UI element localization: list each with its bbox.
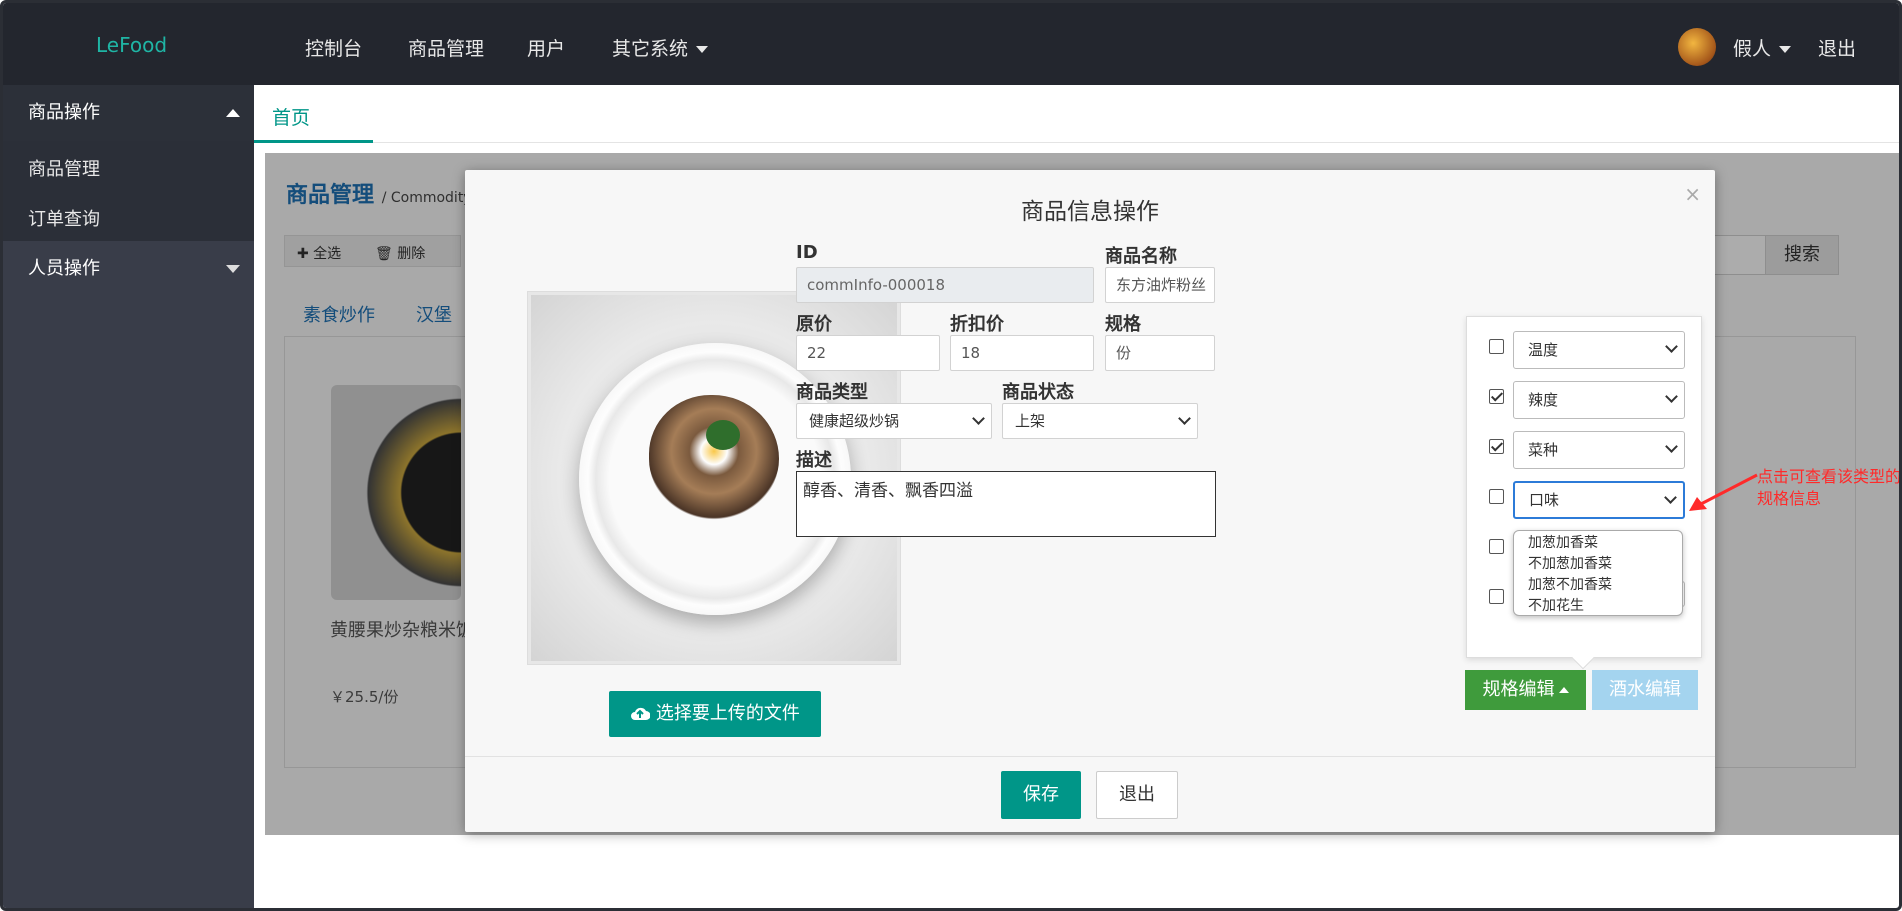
tab-active-indicator <box>254 140 373 143</box>
label-spec: 规格 <box>1105 314 1141 335</box>
tab-bar: 首页 <box>254 85 1899 143</box>
name-field[interactable]: 东方油炸粉丝 <box>1105 267 1215 303</box>
chevron-down-icon <box>1665 440 1678 453</box>
chevron-down-icon <box>1664 491 1677 504</box>
status-select-value: 上架 <box>1015 412 1046 430</box>
flavor-dropdown-list: 加葱加香菜 不加葱加香菜 加葱不加香菜 不加花生 <box>1513 530 1683 616</box>
nav-console[interactable]: 控制台 <box>305 34 362 61</box>
chevron-down-icon <box>1665 390 1678 403</box>
label-discount: 折扣价 <box>950 314 1004 335</box>
app-logo[interactable]: LeFood <box>96 33 167 57</box>
spec-select-value: 口味 <box>1529 491 1560 509</box>
top-navbar: LeFood 控制台 商品管理 用户 其它系统 假人 退出 <box>3 3 1899 85</box>
wine-edit-button[interactable]: 酒水编辑 <box>1592 670 1698 710</box>
spec-select-dish-type[interactable]: 菜种 <box>1513 431 1685 469</box>
chevron-up-icon <box>1558 687 1569 693</box>
user-name: 假人 <box>1733 38 1772 60</box>
nav-other-systems-label: 其它系统 <box>612 38 689 60</box>
label-type: 商品类型 <box>796 382 868 403</box>
avatar[interactable] <box>1678 28 1716 66</box>
sidebar: 商品操作 商品管理 订单查询 人员操作 <box>3 85 254 908</box>
sidebar-group-label: 人员操作 <box>28 258 100 279</box>
save-button[interactable]: 保存 <box>1001 771 1081 819</box>
spec-select-spiciness[interactable]: 辣度 <box>1513 381 1685 419</box>
description-textarea[interactable]: 醇香、清香、飘香四溢 <box>796 471 1216 537</box>
tab-home[interactable]: 首页 <box>272 103 310 130</box>
spec-checkbox-6[interactable] <box>1489 589 1504 604</box>
dropdown-option[interactable]: 不加花生 <box>1528 596 1668 617</box>
chevron-down-icon <box>226 265 240 273</box>
spec-select-flavor[interactable]: 口味 <box>1513 481 1685 519</box>
spec-select-temperature[interactable]: 温度 <box>1513 331 1685 369</box>
chevron-down-icon <box>696 46 709 53</box>
dropdown-option[interactable]: 不加葱加香菜 <box>1528 554 1668 575</box>
nav-users[interactable]: 用户 <box>527 34 565 61</box>
chevron-up-icon <box>226 109 240 117</box>
discount-field[interactable]: 18 <box>950 335 1094 371</box>
close-icon[interactable]: × <box>1684 182 1701 206</box>
logout-link[interactable]: 退出 <box>1818 34 1856 61</box>
chevron-down-icon <box>1665 340 1678 353</box>
spec-checkbox-5[interactable] <box>1489 539 1504 554</box>
modal-footer-divider <box>465 756 1715 757</box>
dropdown-option[interactable]: 加葱不加香菜 <box>1528 575 1668 596</box>
nav-product-management[interactable]: 商品管理 <box>408 34 484 61</box>
modal-title: 商品信息操作 <box>1021 199 1159 225</box>
sidebar-item-order-query[interactable]: 订单查询 <box>28 205 100 231</box>
spec-popover: 温度 辣度 菜种 口味 加葱加香菜 不加葱加香菜 加葱不加香菜 不加花生 <box>1466 316 1702 670</box>
type-select[interactable]: 健康超级炒锅 <box>796 403 992 439</box>
cloud-upload-icon <box>631 707 651 720</box>
spec-field[interactable]: 份 <box>1105 335 1215 371</box>
upload-label: 选择要上传的文件 <box>655 703 800 724</box>
spec-checkbox-spiciness[interactable] <box>1489 389 1504 404</box>
label-name: 商品名称 <box>1105 246 1177 267</box>
sidebar-group-label: 商品操作 <box>28 102 100 123</box>
label-price: 原价 <box>796 314 832 335</box>
sidebar-group-staff-ops[interactable]: 人员操作 <box>3 241 254 297</box>
sidebar-submenu: 商品管理 订单查询 <box>3 141 254 241</box>
sidebar-item-product-management[interactable]: 商品管理 <box>28 155 100 181</box>
chevron-down-icon <box>972 412 985 425</box>
nav-other-systems[interactable]: 其它系统 <box>612 34 709 61</box>
spec-edit-button[interactable]: 规格编辑 <box>1465 670 1586 710</box>
spec-checkbox-flavor[interactable] <box>1489 489 1504 504</box>
exit-button[interactable]: 退出 <box>1096 771 1178 819</box>
spec-checkbox-dish-type[interactable] <box>1489 439 1504 454</box>
spec-select-value: 温度 <box>1528 341 1559 359</box>
noodles-shape <box>649 395 779 520</box>
spec-checkbox-temperature[interactable] <box>1489 339 1504 354</box>
user-menu[interactable]: 假人 <box>1733 34 1792 61</box>
label-id: ID <box>796 242 818 263</box>
chevron-down-icon <box>1178 412 1191 425</box>
upload-file-button[interactable]: 选择要上传的文件 <box>609 691 821 737</box>
dropdown-option[interactable]: 加葱加香菜 <box>1528 533 1668 554</box>
status-select[interactable]: 上架 <box>1002 403 1198 439</box>
spec-edit-label: 规格编辑 <box>1482 679 1555 700</box>
app-window: LeFood 控制台 商品管理 用户 其它系统 假人 退出 商品操作 商品管理 … <box>0 0 1902 911</box>
spec-select-value: 辣度 <box>1528 391 1559 409</box>
herb-shape <box>706 420 740 450</box>
annotation-text: 点击可查看该类型的规格信息 <box>1757 467 1902 508</box>
label-desc: 描述 <box>796 450 832 471</box>
price-field[interactable]: 22 <box>796 335 940 371</box>
id-field: commInfo-000018 <box>796 267 1094 303</box>
sidebar-group-product-ops[interactable]: 商品操作 <box>3 85 254 141</box>
annotation-arrow-icon <box>1689 473 1758 511</box>
chevron-down-icon <box>1779 46 1792 53</box>
type-select-value: 健康超级炒锅 <box>809 412 900 430</box>
label-status: 商品状态 <box>1002 382 1074 403</box>
spec-select-value: 菜种 <box>1528 441 1559 459</box>
